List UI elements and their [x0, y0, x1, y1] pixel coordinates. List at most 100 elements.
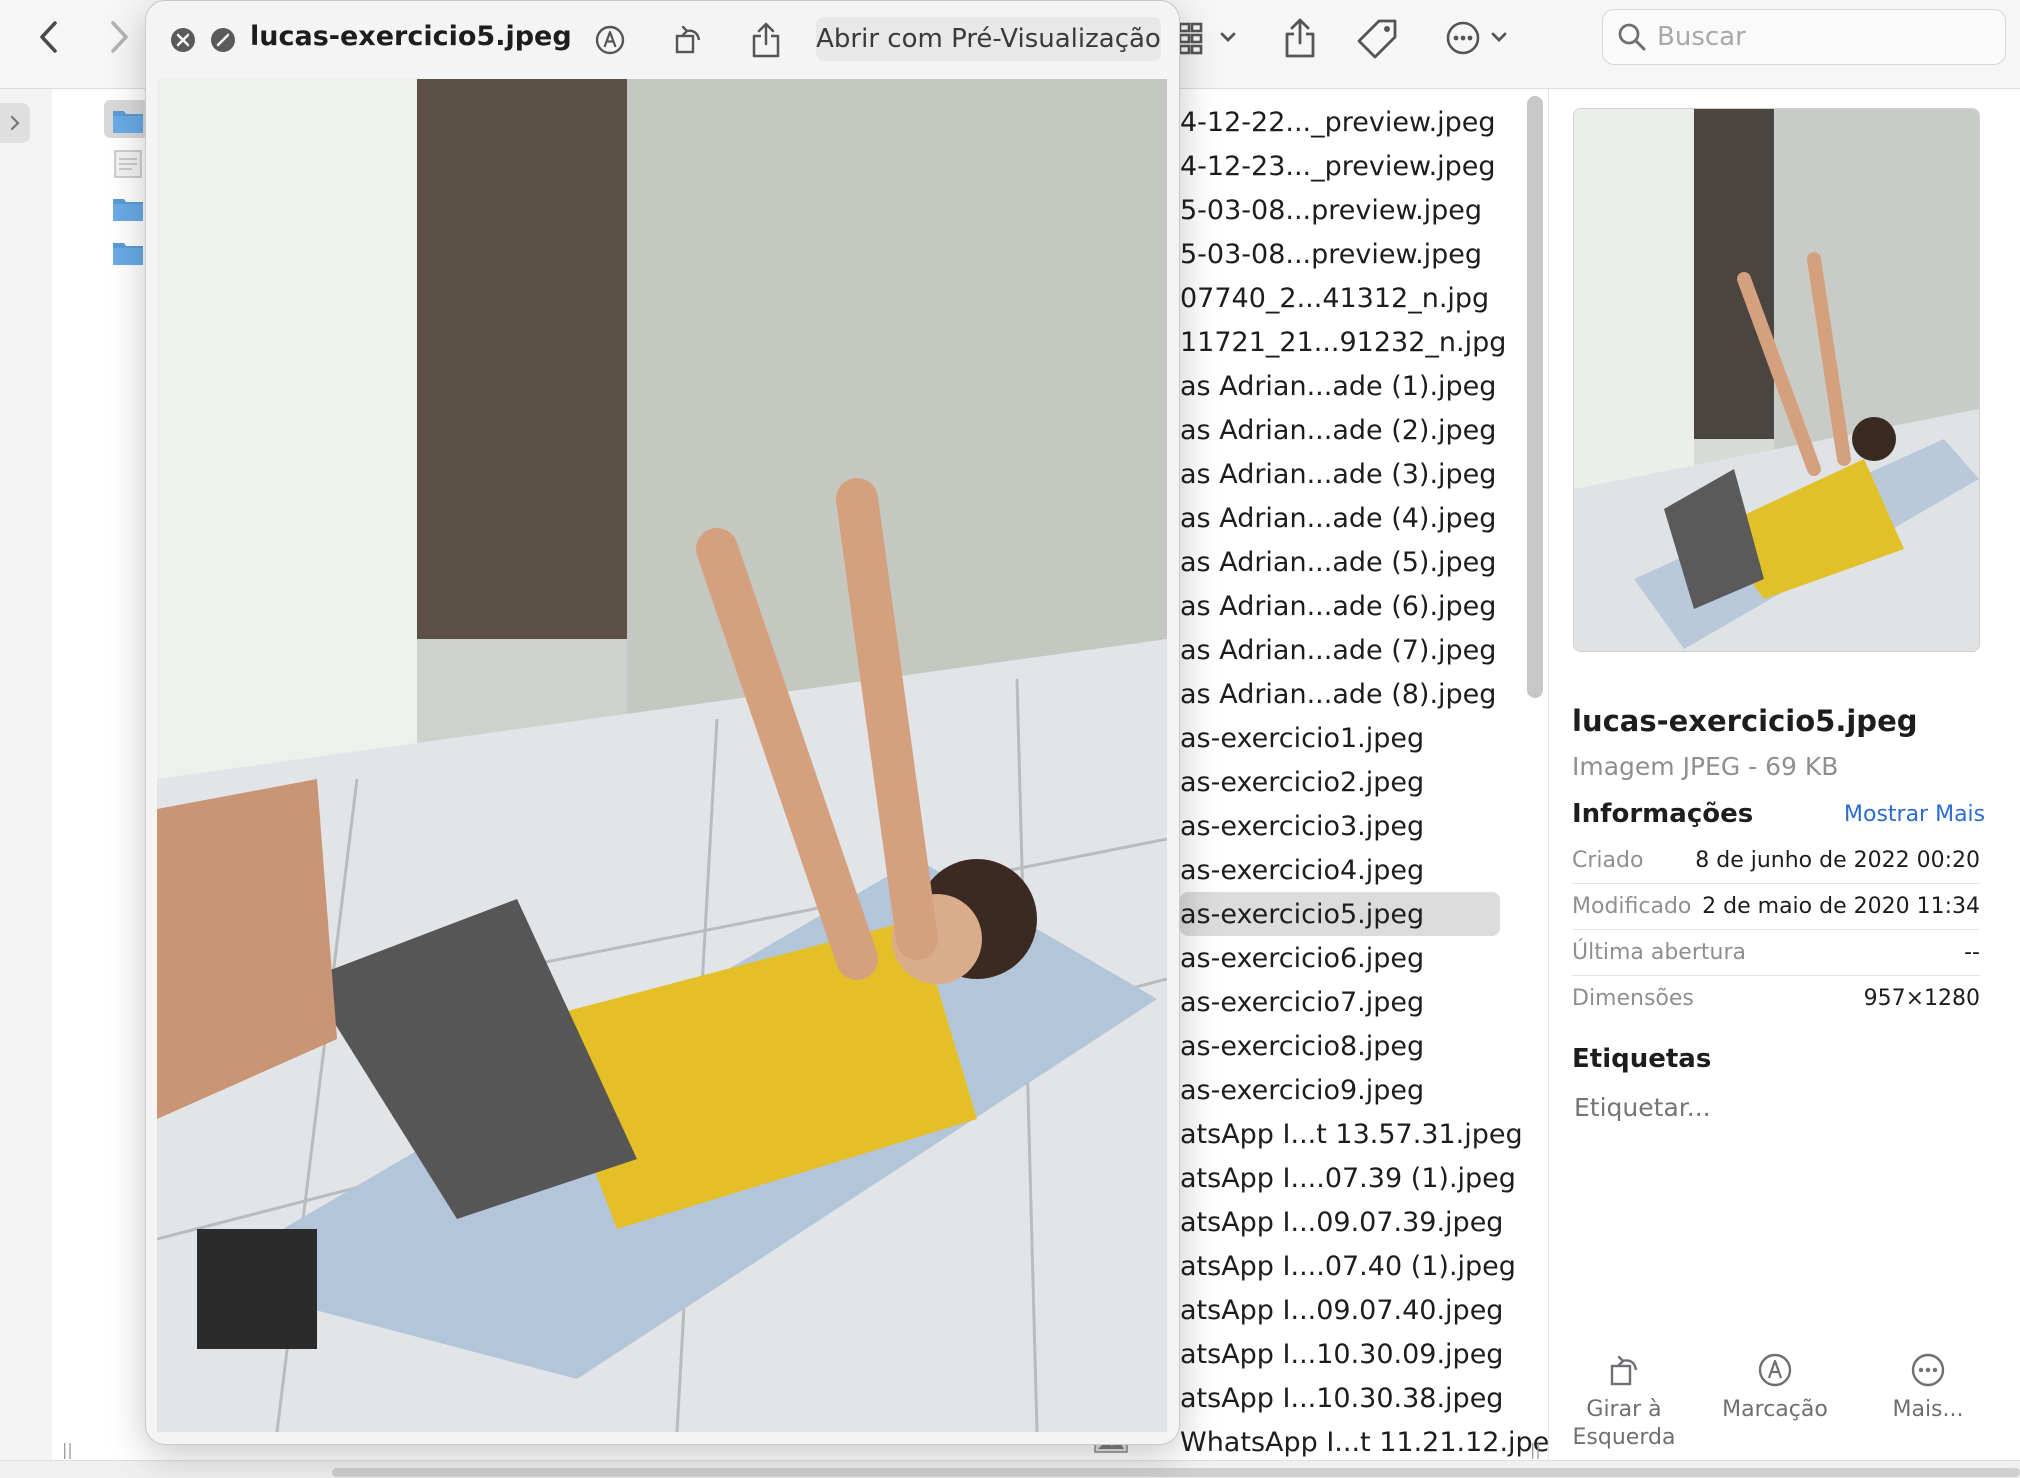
pane-divider[interactable]: [1548, 89, 1549, 1477]
close-icon: [171, 28, 195, 52]
file-row[interactable]: 11721_21...91232_n.jpg: [1180, 320, 1510, 364]
file-name: as-exercicio8.jpeg: [1180, 1030, 1425, 1062]
view-grid-button[interactable]: [1178, 16, 1240, 60]
file-name: 4-12-23..._preview.jpeg: [1180, 150, 1496, 182]
file-name: as-exercicio3.jpeg: [1180, 810, 1425, 842]
column-resize-handle[interactable]: ||: [62, 1440, 73, 1459]
file-row[interactable]: as Adrian...ade (3).jpeg: [1180, 452, 1510, 496]
action-label: Mais...: [1892, 1397, 1964, 1422]
file-row[interactable]: as-exercicio7.jpeg: [1180, 980, 1510, 1024]
file-name: atsApp I....07.40 (1).jpeg: [1180, 1250, 1516, 1282]
fullscreen-button[interactable]: [206, 19, 240, 61]
file-row[interactable]: WhatsApp I...t 11.21.12.jpeg: [1180, 1420, 1566, 1464]
file-row[interactable]: as Adrian...ade (1).jpeg: [1180, 364, 1510, 408]
file-list-scrollbar[interactable]: [1527, 96, 1543, 698]
info-row-modified: Modificado 2 de maio de 2020 11:34: [1572, 883, 1980, 930]
file-row[interactable]: as-exercicio3.jpeg: [1180, 804, 1510, 848]
share-button[interactable]: [1280, 16, 1320, 60]
file-row[interactable]: atsApp I...09.07.39.jpeg: [1180, 1200, 1510, 1244]
file-row[interactable]: 5-03-08...preview.jpeg: [1180, 188, 1510, 232]
ql-share-button[interactable]: [746, 19, 786, 61]
ql-rotate-button[interactable]: [668, 19, 708, 61]
file-row[interactable]: atsApp I...09.07.40.jpeg: [1180, 1288, 1510, 1332]
file-row[interactable]: as-exercicio1.jpeg: [1180, 716, 1510, 760]
share-icon: [752, 22, 780, 58]
rotate-left-button[interactable]: Girar à Esquerda: [1549, 1352, 1699, 1452]
rotate-left-icon: [675, 25, 701, 54]
info-key: Última abertura: [1572, 939, 1746, 965]
column-resize-handle[interactable]: ||: [1530, 1440, 1541, 1459]
file-row[interactable]: atsApp I....07.40 (1).jpeg: [1180, 1244, 1516, 1288]
file-row-selected[interactable]: as-exercicio5.jpeg: [1180, 892, 1500, 936]
tags-input[interactable]: [1572, 1092, 1956, 1123]
chevron-right-icon: [111, 21, 128, 53]
info-row-last-opened: Última abertura --: [1572, 929, 1980, 976]
search-input[interactable]: [1655, 18, 1989, 56]
file-row[interactable]: atsApp I...t 13.57.31.jpeg: [1180, 1112, 1523, 1156]
action-menu-button[interactable]: [1444, 16, 1514, 60]
file-row[interactable]: as Adrian...ade (6).jpeg: [1180, 584, 1510, 628]
open-with-preview-button[interactable]: Abrir com Pré-Visualização: [816, 17, 1161, 61]
file-row[interactable]: as Adrian...ade (5).jpeg: [1180, 540, 1510, 584]
markup-icon: [1758, 1353, 1792, 1387]
file-row[interactable]: atsApp I...10.30.09.jpeg: [1180, 1332, 1510, 1376]
tag-button[interactable]: [1356, 16, 1400, 60]
info-value: --: [1964, 939, 1980, 965]
folder-icon: [113, 199, 143, 221]
file-name: atsApp I...09.07.40.jpeg: [1180, 1294, 1504, 1326]
quicklook-title: lucas-exercicio5.jpeg: [250, 21, 572, 52]
horizontal-scrollbar[interactable]: [332, 1468, 2020, 1477]
search-field[interactable]: [1602, 9, 2006, 65]
action-label: Marcação: [1722, 1397, 1828, 1422]
action-label: Girar à Esquerda: [1572, 1397, 1676, 1450]
back-button[interactable]: [26, 14, 72, 60]
ellipsis-circle-icon: [1446, 21, 1507, 55]
file-name: atsApp I...10.30.38.jpeg: [1180, 1382, 1504, 1414]
file-list: 4-12-22..._preview.jpeg 4-12-23..._previe…: [1180, 100, 1566, 1464]
file-name: as-exercicio9.jpeg: [1180, 1074, 1425, 1106]
ql-markup-button[interactable]: [590, 19, 630, 61]
file-row[interactable]: atsApp I...10.30.38.jpeg: [1180, 1376, 1510, 1420]
file-row[interactable]: as Adrian...ade (2).jpeg: [1180, 408, 1510, 452]
info-section-heading: Informações: [1572, 799, 1754, 829]
info-key: Criado: [1572, 847, 1644, 873]
file-name: 4-12-22..._preview.jpeg: [1180, 106, 1496, 138]
file-row[interactable]: 5-03-08...preview.jpeg: [1180, 232, 1510, 276]
file-name: atsApp I....07.39 (1).jpeg: [1180, 1162, 1516, 1194]
file-row[interactable]: as Adrian...ade (4).jpeg: [1180, 496, 1510, 540]
markup-icon: [595, 25, 625, 55]
more-icon: [1911, 1353, 1945, 1387]
file-name: as-exercicio4.jpeg: [1180, 854, 1425, 886]
close-button[interactable]: [166, 19, 200, 61]
file-row[interactable]: 07740_2...41312_n.jpg: [1180, 276, 1510, 320]
preview-filename: lucas-exercicio5.jpeg: [1572, 704, 1918, 738]
file-row[interactable]: as-exercicio9.jpeg: [1180, 1068, 1510, 1112]
forward-button[interactable]: [96, 14, 142, 60]
file-name: as-exercicio6.jpeg: [1180, 942, 1425, 974]
file-row[interactable]: as-exercicio4.jpeg: [1180, 848, 1510, 892]
file-name: as-exercicio7.jpeg: [1180, 986, 1425, 1018]
file-row[interactable]: as Adrian...ade (7).jpeg: [1180, 628, 1510, 672]
file-row[interactable]: as-exercicio8.jpeg: [1180, 1024, 1510, 1068]
preview-thumbnail: [1573, 108, 1980, 652]
chevron-right-icon: [10, 115, 20, 131]
more-actions-button[interactable]: Mais...: [1853, 1352, 2003, 1424]
file-name: atsApp I...10.30.09.jpeg: [1180, 1338, 1504, 1370]
file-name: as Adrian...ade (5).jpeg: [1180, 546, 1497, 578]
file-name: as-exercicio2.jpeg: [1180, 766, 1425, 798]
file-row[interactable]: 4-12-23..._preview.jpeg: [1180, 144, 1510, 188]
finder-sidebar: [0, 89, 53, 1477]
file-row[interactable]: atsApp I....07.39 (1).jpeg: [1180, 1156, 1516, 1200]
markup-button[interactable]: Marcação: [1700, 1352, 1850, 1424]
folder-icon: [113, 243, 143, 265]
file-row[interactable]: as-exercicio6.jpeg: [1180, 936, 1510, 980]
chevron-left-icon: [40, 21, 57, 53]
file-name: WhatsApp I...t 11.21.12.jpeg: [1180, 1426, 1567, 1458]
search-icon: [1618, 23, 1646, 51]
file-row[interactable]: 4-12-22..._preview.jpeg: [1180, 100, 1510, 144]
file-row[interactable]: as-exercicio2.jpeg: [1180, 760, 1510, 804]
show-more-link[interactable]: Mostrar Mais: [1844, 802, 1985, 827]
file-name: atsApp I...09.07.39.jpeg: [1180, 1206, 1504, 1238]
sidebar-toggle-button[interactable]: [0, 103, 30, 143]
file-row[interactable]: as Adrian...ade (8).jpeg: [1180, 672, 1510, 716]
